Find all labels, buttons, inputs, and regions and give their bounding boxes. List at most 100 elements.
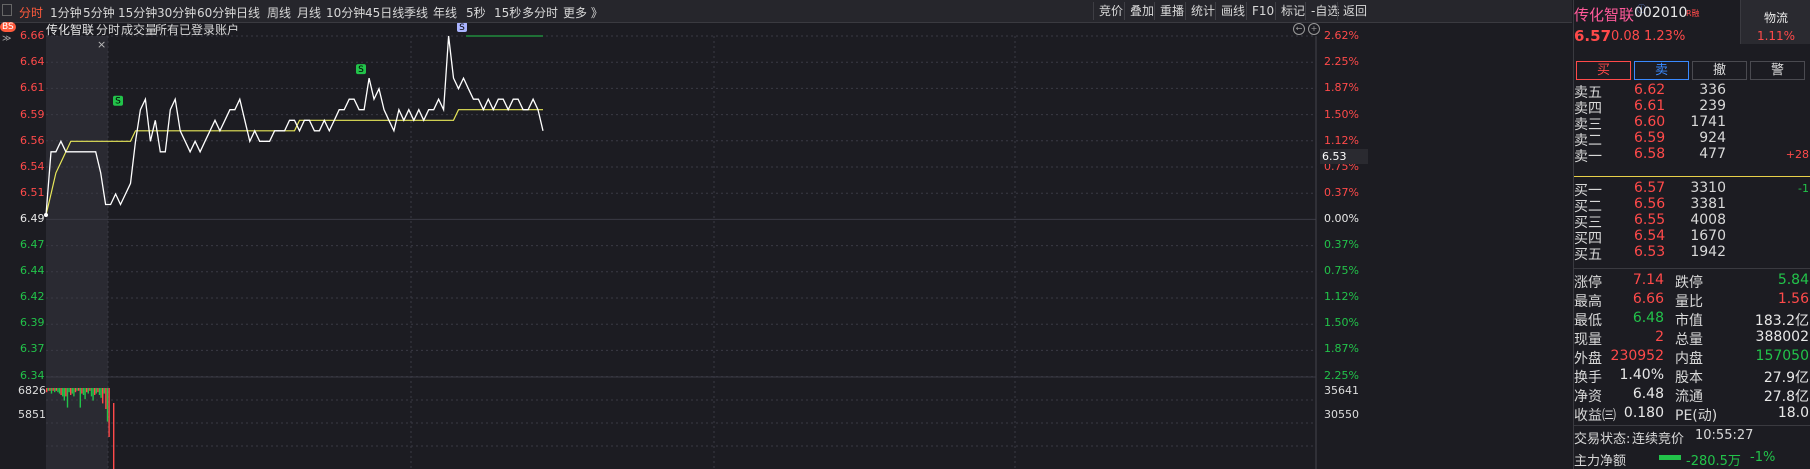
ask-price: 6.60: [1634, 114, 1666, 130]
zoom-circle-icon[interactable]: +: [1308, 23, 1320, 35]
tab-7[interactable]: 周线: [267, 4, 291, 21]
stats-divider: [1574, 268, 1810, 269]
bid-price: 6.53: [1634, 244, 1666, 260]
tab-0[interactable]: 分时: [19, 4, 43, 21]
sector-box[interactable]: 物流 1.11%: [1740, 0, 1810, 44]
stat-row: 收益㈢ 0.180 PE(动) 18.0: [1574, 405, 1810, 424]
ask-row[interactable]: 卖一 6.58 477 +28: [1574, 146, 1810, 165]
price-change: 0.08: [1611, 29, 1640, 44]
bid-label: 买五: [1574, 247, 1602, 263]
stock-tags: R融: [1686, 9, 1700, 18]
collapse-chevron-icon[interactable]: ≫: [2, 34, 11, 44]
alert-button[interactable]: 警: [1750, 61, 1805, 80]
tab-14[interactable]: 15秒: [494, 4, 521, 21]
price-axis-label: 6.66: [20, 29, 45, 42]
volume-bar: [106, 388, 109, 422]
tab-5[interactable]: 60分钟: [197, 4, 236, 21]
stat-row: 涨停 7.14 跌停 5.84: [1574, 272, 1810, 291]
volume-bar: [82, 388, 85, 395]
stat-row: 最低 6.48 市值 183.2亿: [1574, 310, 1810, 329]
bid-row[interactable]: 买五 6.53 1942: [1574, 244, 1810, 263]
stat-label: 最高: [1574, 294, 1602, 310]
volume-bar: [84, 388, 86, 400]
ask-label: 卖一: [1574, 149, 1602, 165]
tab-9[interactable]: 10分钟: [326, 4, 365, 21]
volume-bar: [74, 388, 77, 393]
buy-button[interactable]: 买: [1576, 61, 1631, 80]
intraday-chart[interactable]: S S S BS ≫ 传化智联 分时 成交量 所有已登录账户 × ← + 6.66 6…: [0, 22, 1572, 469]
left-collapse-icon[interactable]: [2, 4, 12, 16]
volume-bar: [52, 388, 54, 391]
stat-label: 流通: [1675, 389, 1703, 405]
tab-16[interactable]: 更多 》: [563, 4, 603, 21]
tab-11[interactable]: 季线: [404, 4, 428, 21]
price-axis-label: 6.44: [20, 263, 45, 277]
cancel-order-button[interactable]: 撤: [1692, 61, 1747, 80]
ask-volume: 239: [1699, 98, 1726, 114]
volume-bar: [47, 388, 49, 391]
back-circle-icon[interactable]: ←: [1293, 23, 1305, 35]
main-net-pct: -1%: [1750, 450, 1776, 465]
stat-label: 内盘: [1675, 351, 1703, 367]
tab-12[interactable]: 年线: [433, 4, 457, 21]
volume-right-label-1: 35641: [1324, 384, 1359, 397]
tab-15[interactable]: 多分时: [522, 4, 558, 21]
volume-bar: [58, 388, 61, 394]
tab-10[interactable]: 45日线: [365, 4, 404, 21]
stat-label: 跌停: [1675, 275, 1703, 291]
pct-axis-label: 1.87%: [1324, 81, 1359, 95]
sector-name: 物流: [1763, 11, 1788, 25]
ask-price: 6.59: [1634, 130, 1666, 146]
stock-name: 传化智联: [1574, 6, 1635, 24]
stat-label: 收益㈢: [1574, 408, 1616, 424]
volume-bar: [63, 388, 65, 401]
tab-1[interactable]: 1分钟: [50, 4, 82, 21]
toolbar-button-2[interactable]: 重播: [1154, 2, 1189, 20]
stat-label: 净资: [1574, 389, 1602, 405]
tab-8[interactable]: 月线: [297, 4, 321, 21]
bid-volume: 3381: [1690, 196, 1726, 212]
main-net-value: -280.5万: [1686, 454, 1741, 469]
toolbar-button-0[interactable]: 竞价: [1093, 2, 1128, 20]
volume-bar: [92, 388, 94, 401]
tab-13[interactable]: 5秒: [466, 4, 486, 21]
ask-price: 6.61: [1634, 98, 1666, 114]
tab-2[interactable]: 5分钟: [83, 4, 115, 21]
volume-bar: [103, 388, 105, 394]
bid-volume: 3310: [1690, 180, 1726, 196]
pre-market-shade: [46, 36, 108, 469]
close-icon[interactable]: ×: [97, 38, 106, 51]
bs-badge[interactable]: BS: [0, 22, 16, 32]
toolbar-button-4[interactable]: 画线: [1215, 2, 1250, 20]
stat-row: 净资 6.48 流通 27.8亿: [1574, 386, 1810, 405]
bid-volume: 1670: [1690, 228, 1726, 244]
ask-delta: +28: [1785, 148, 1809, 161]
sell-button[interactable]: 卖: [1634, 61, 1689, 80]
status-divider: [1574, 425, 1810, 426]
main-net-label: 主力净额: [1574, 454, 1627, 469]
stat-value: 388002: [1755, 329, 1809, 345]
stat-value: 2: [1655, 329, 1664, 345]
tab-3[interactable]: 15分钟: [118, 4, 157, 21]
trade-status-label: 交易状态:: [1574, 432, 1631, 447]
volume-bar: [68, 388, 70, 393]
volume-bar: [70, 388, 72, 395]
chart-title: 传化智联: [46, 23, 95, 37]
volume-bar: [60, 388, 62, 395]
stat-value: 6.66: [1632, 291, 1664, 307]
stat-row: 现量 2 总量 388002: [1574, 329, 1810, 348]
tab-6[interactable]: 日线: [236, 4, 260, 21]
tab-4[interactable]: 30分钟: [157, 4, 196, 21]
ask-volume: 477: [1699, 146, 1726, 162]
toolbar-button-8[interactable]: 返回: [1337, 2, 1372, 20]
stock-code: 002010: [1634, 5, 1688, 21]
chart-subtitle-volume: 成交量: [121, 23, 158, 37]
pct-axis-label: 1.50%: [1324, 107, 1359, 121]
price-axis-label: 6.56: [20, 133, 45, 147]
ask-volume: 924: [1699, 130, 1726, 146]
period-toolbar: 分时 1分钟 5分钟 15分钟 30分钟 60分钟 日线 周线 月线 10分钟 45日线 季线 年线 5秒…: [0, 0, 1572, 23]
volume-bar: [90, 388, 93, 397]
bid-price: 6.56: [1634, 196, 1666, 212]
volume-bar: [76, 388, 78, 391]
volume-bar: [105, 388, 107, 409]
